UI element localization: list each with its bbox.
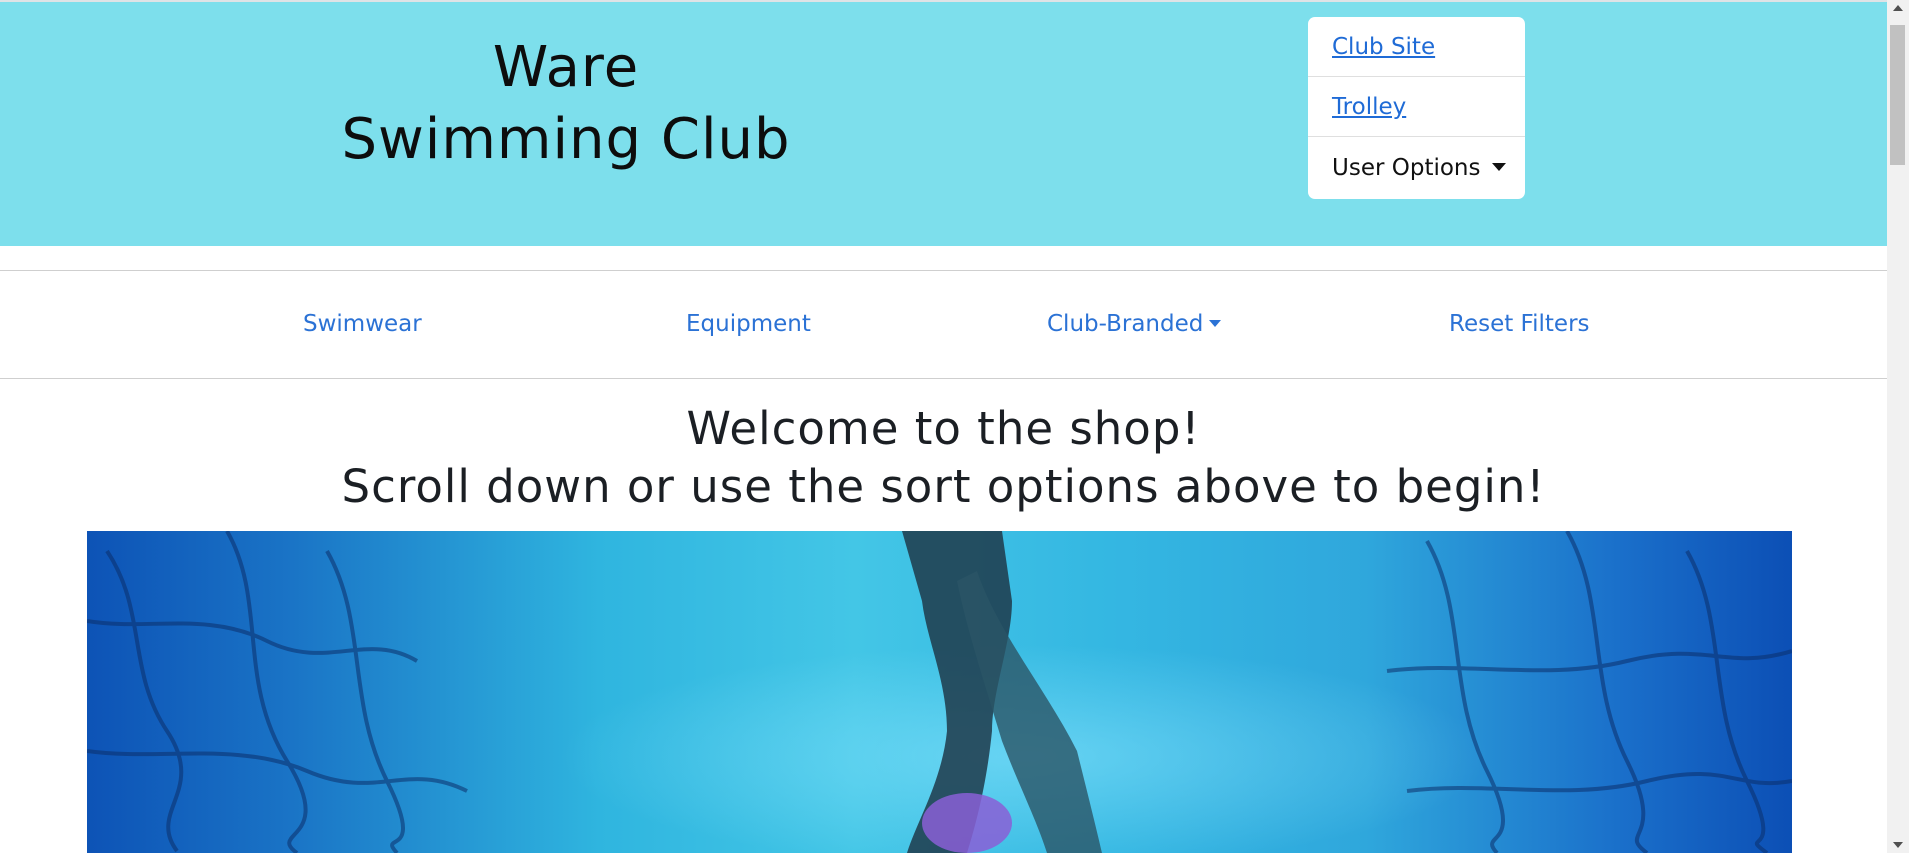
scrollbar-thumb[interactable] <box>1890 25 1905 165</box>
club-site-link[interactable]: Club Site <box>1332 34 1435 60</box>
trolley-link[interactable]: Trolley <box>1332 94 1406 120</box>
nav-swimwear[interactable]: Swimwear <box>303 310 422 338</box>
hero-image <box>87 531 1792 853</box>
scroll-down-icon[interactable] <box>1893 842 1903 848</box>
nav-club-branded-label: Club-Branded <box>1047 311 1204 337</box>
caret-down-icon <box>1492 163 1507 171</box>
nav-club-branded-dropdown[interactable]: Club-Branded <box>1047 310 1222 338</box>
club-site-item: Club Site <box>1308 17 1525 77</box>
site-header: Ware Swimming Club Club Site Trolley Use… <box>0 2 1887 246</box>
scroll-up-icon[interactable] <box>1893 5 1903 11</box>
nav-equipment[interactable]: Equipment <box>686 310 811 338</box>
club-title: Ware Swimming Club <box>253 32 879 176</box>
caret-down-icon <box>1209 320 1222 327</box>
vertical-scrollbar[interactable] <box>1887 0 1909 853</box>
nav-divider-bottom <box>0 378 1887 379</box>
nav-reset-filters[interactable]: Reset Filters <box>1449 310 1590 338</box>
nav-divider-top <box>0 270 1887 271</box>
club-title-line1: Ware <box>492 35 640 100</box>
welcome-line2: Scroll down or use the sort options abov… <box>341 460 1546 513</box>
user-options-dropdown[interactable]: User Options <box>1308 137 1525 199</box>
hero-image-art <box>87 531 1792 853</box>
user-options-label: User Options <box>1332 155 1481 181</box>
club-title-line2: Swimming Club <box>341 107 791 172</box>
shop-page: Ware Swimming Club Club Site Trolley Use… <box>0 0 1887 853</box>
welcome-message: Welcome to the shop! Scroll down or use … <box>0 400 1887 516</box>
user-menu: Club Site Trolley User Options <box>1308 17 1525 199</box>
welcome-line1: Welcome to the shop! <box>686 402 1201 455</box>
trolley-item: Trolley <box>1308 77 1525 137</box>
